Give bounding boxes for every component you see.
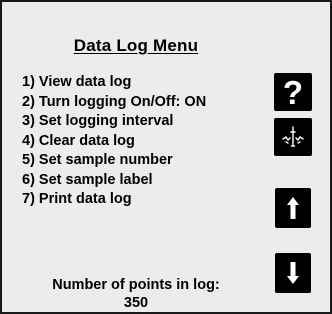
arrow-down-icon (287, 262, 299, 284)
help-icon: ? (282, 74, 304, 111)
menu-item-view-data-log[interactable]: 1) View data log (22, 73, 206, 93)
scroll-up-button[interactable] (275, 188, 311, 228)
help-button[interactable]: ? (274, 73, 312, 111)
menu-title: Data Log Menu (73, 36, 199, 55)
scroll-down-button[interactable] (275, 253, 311, 293)
menu-item-clear-data-log[interactable]: 4) Clear data log (22, 132, 206, 152)
log-points-label: Number of points in log: (52, 277, 220, 293)
menu-item-sample-label[interactable]: 6) Set sample label (22, 171, 206, 191)
arrow-up-icon (287, 197, 299, 219)
menu-item-print-data-log[interactable]: 7) Print data log (22, 190, 206, 210)
menu-item-sample-number[interactable]: 5) Set sample number (22, 151, 206, 171)
menu-item-logging-interval[interactable]: 3) Set logging interval (22, 112, 206, 132)
log-points-count: 350 (123, 295, 149, 311)
menu-list: 1) View data log 2) Turn logging On/Off:… (22, 73, 206, 210)
menu-item-toggle-logging[interactable]: 2) Turn logging On/Off: ON (22, 93, 206, 113)
menu-panel: Data Log Menu 1) View data log 2) Turn l… (2, 2, 270, 312)
probe-icon (282, 126, 304, 147)
probe-button[interactable] (274, 118, 312, 156)
device-screen: Data Log Menu 1) View data log 2) Turn l… (0, 0, 332, 314)
